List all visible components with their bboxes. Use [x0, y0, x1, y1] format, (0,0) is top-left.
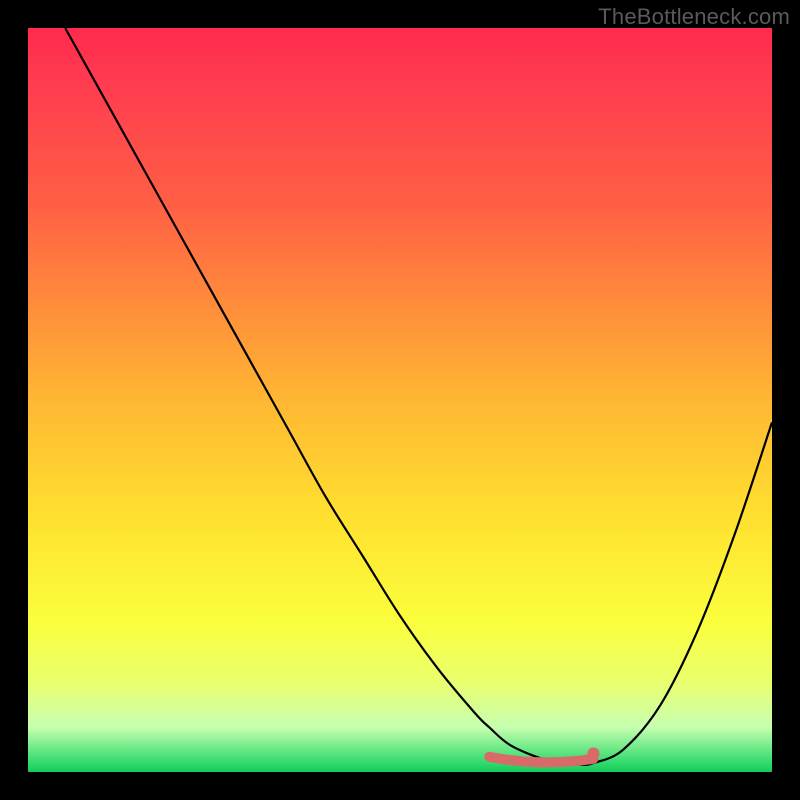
bottleneck-curve-svg — [28, 28, 772, 772]
optimal-point-dot — [587, 747, 599, 759]
bottleneck-curve — [65, 28, 772, 765]
watermark-text: TheBottleneck.com — [598, 4, 790, 30]
optimal-range-marker — [489, 757, 593, 763]
gradient-plot-area — [28, 28, 772, 772]
